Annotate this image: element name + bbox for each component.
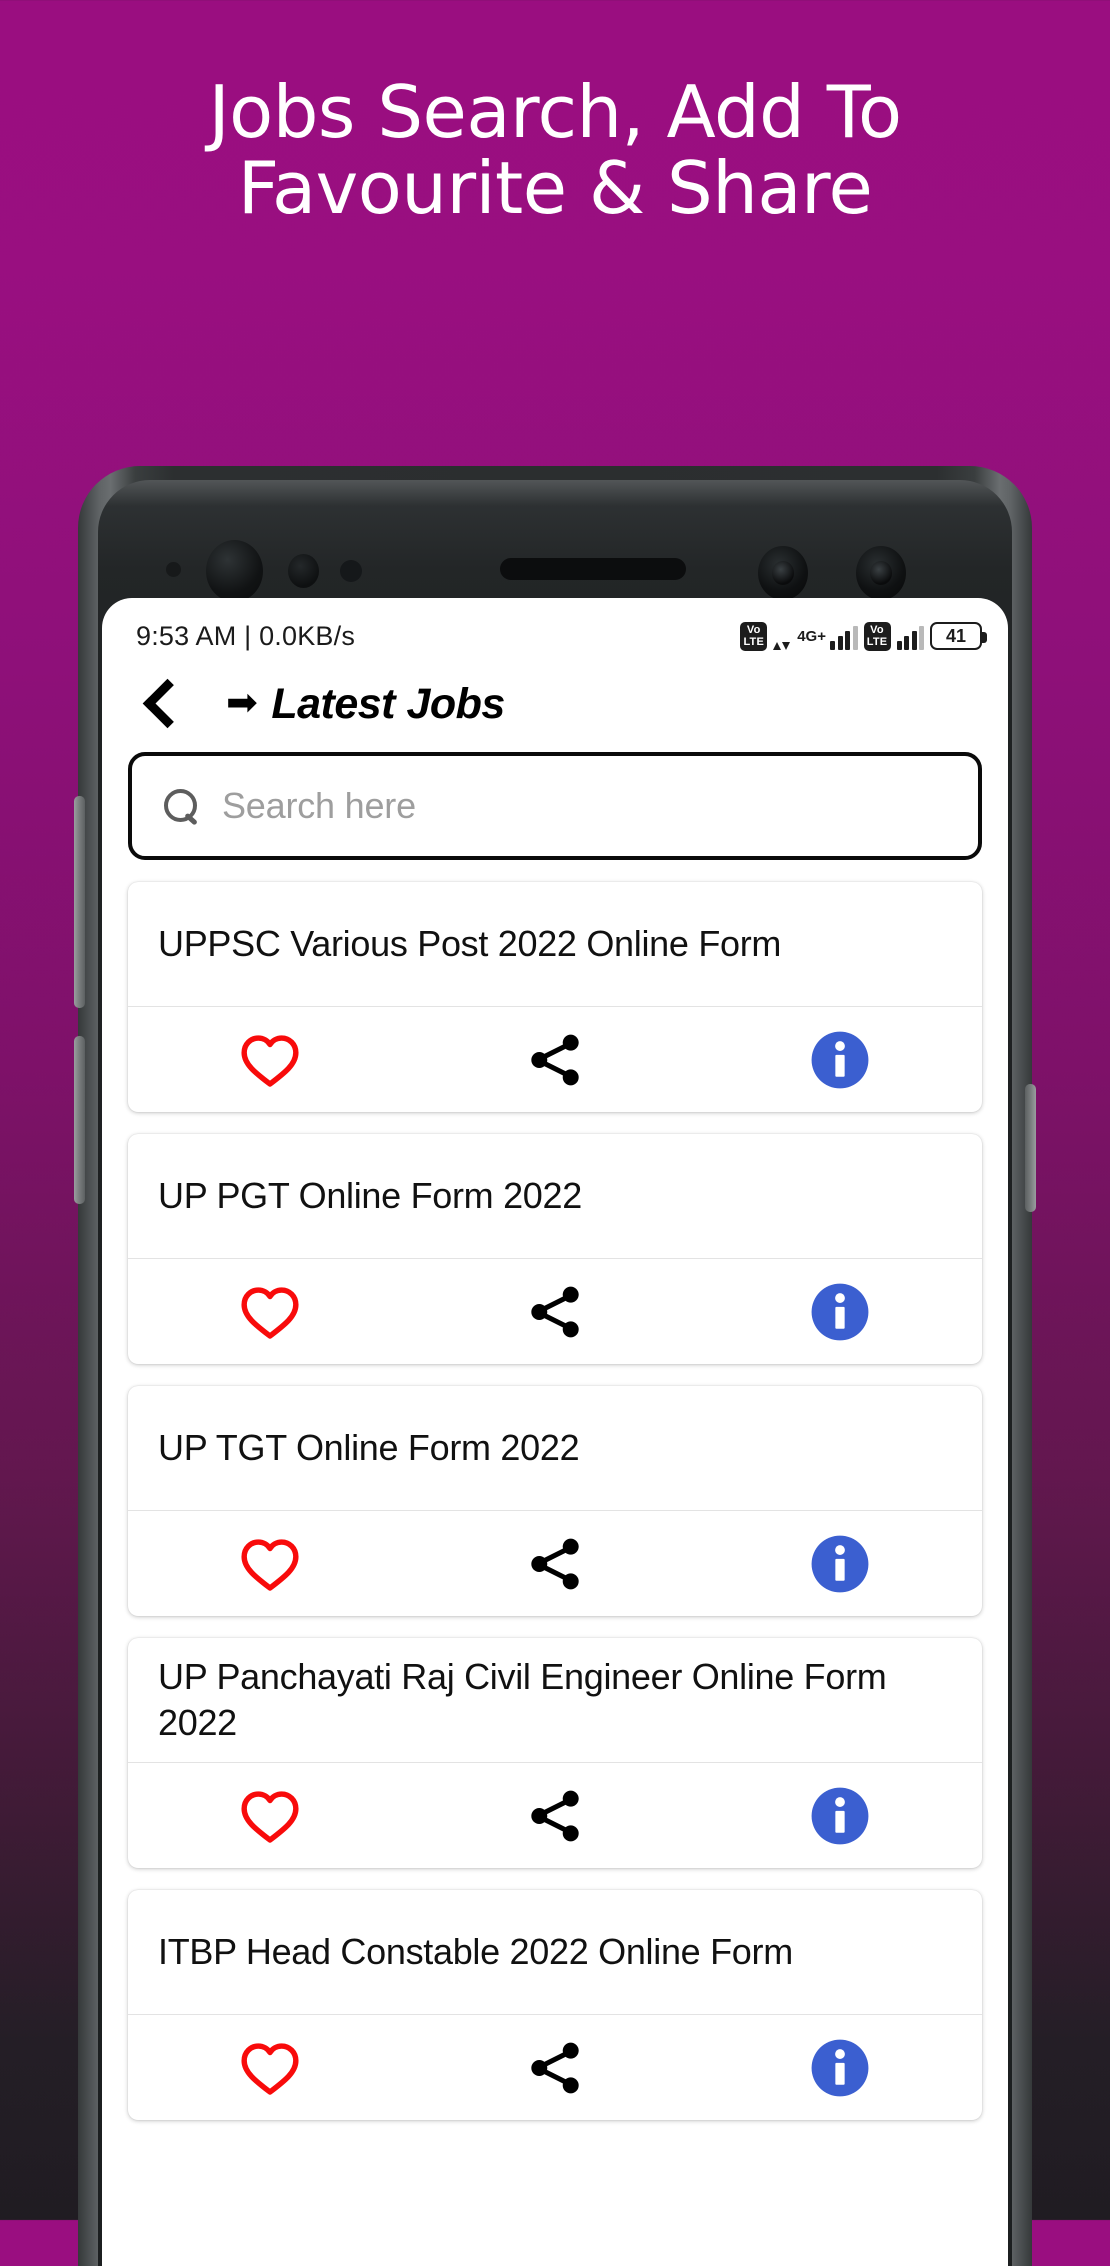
page-title-label: Latest Jobs: [271, 679, 505, 728]
info-circle-icon: [811, 1031, 869, 1088]
info-button[interactable]: [697, 1029, 982, 1091]
share-button[interactable]: [413, 1029, 698, 1091]
share-button[interactable]: [413, 2037, 698, 2099]
share-button[interactable]: [413, 1785, 698, 1847]
promo-headline-line2: Favourite & Share: [237, 146, 873, 231]
volte-icon-sim2: Vo LTE: [863, 621, 891, 651]
page-title: ➡ Latest Jobs: [226, 680, 505, 729]
app-bar: ➡ Latest Jobs: [102, 660, 1008, 746]
volte-top-text-2: Vo: [870, 623, 884, 636]
share-icon: [531, 1538, 579, 1589]
list-item[interactable]: UP TGT Online Form 2022: [128, 1386, 982, 1616]
camera-lens-icon: [758, 546, 808, 600]
info-circle-icon: [811, 1535, 869, 1592]
battery-icon: 41: [930, 622, 987, 650]
phone-mockup: 9:53 AM | 0.0KB/s Vo LTE 4G+ Vo LTE 41 ➡…: [74, 466, 1036, 2266]
volte-icon-sim1: Vo LTE: [740, 621, 768, 651]
favourite-button[interactable]: [128, 1535, 413, 1593]
status-indicators: Vo LTE 4G+ Vo LTE 41: [740, 621, 987, 651]
info-button[interactable]: [697, 1533, 982, 1595]
heart-outline-icon: [241, 1790, 299, 1843]
search-input[interactable]: Search here: [128, 752, 982, 860]
search-container: Search here: [102, 746, 1008, 860]
heart-outline-icon: [241, 1286, 299, 1339]
promo-headline: Jobs Search, Add To Favourite & Share: [0, 74, 1110, 227]
proximity-sensor-icon: [288, 554, 319, 588]
favourite-button[interactable]: [128, 1787, 413, 1845]
card-action-row: [128, 1258, 982, 1364]
info-circle-icon: [811, 1787, 869, 1844]
search-icon: [162, 788, 198, 824]
status-time-network: 9:53 AM | 0.0KB/s: [136, 620, 356, 651]
earpiece-speaker: [500, 558, 686, 580]
share-button[interactable]: [413, 1281, 698, 1343]
heart-outline-icon: [241, 1538, 299, 1591]
info-circle-icon: [811, 2039, 869, 2096]
bezel-highlight: [98, 480, 1012, 506]
favourite-button[interactable]: [128, 2039, 413, 2097]
card-action-row: [128, 1510, 982, 1616]
volume-down-button[interactable]: [74, 1036, 85, 1204]
sensor-icon: [166, 562, 181, 577]
job-title: UPPSC Various Post 2022 Online Form: [158, 922, 782, 964]
search-placeholder: Search here: [222, 785, 416, 826]
promo-headline-line1: Jobs Search, Add To: [208, 70, 902, 154]
favourite-button[interactable]: [128, 1031, 413, 1089]
info-button[interactable]: [697, 2037, 982, 2099]
share-icon: [531, 1286, 579, 1337]
volte-bottom-text-2: LTE: [866, 635, 888, 648]
light-sensor-icon: [340, 560, 362, 582]
info-button[interactable]: [697, 1281, 982, 1343]
job-list: UPPSC Various Post 2022 Online Form UP P…: [102, 860, 1008, 2182]
volte-top-text: Vo: [746, 623, 761, 636]
signal-strength-icon-sim1: [830, 622, 858, 650]
heart-outline-icon: [241, 1034, 299, 1087]
list-item[interactable]: UP PGT Online Form 2022: [128, 1134, 982, 1364]
job-title: UP TGT Online Form 2022: [158, 1426, 580, 1468]
status-bar: 9:53 AM | 0.0KB/s Vo LTE 4G+ Vo LTE 41: [102, 598, 1008, 660]
favourite-button[interactable]: [128, 1283, 413, 1341]
card-action-row: [128, 1762, 982, 1868]
phone-screen: 9:53 AM | 0.0KB/s Vo LTE 4G+ Vo LTE 41 ➡…: [102, 598, 1008, 2266]
list-item[interactable]: UPPSC Various Post 2022 Online Form: [128, 882, 982, 1112]
card-action-row: [128, 1006, 982, 1112]
info-circle-icon: [811, 1283, 869, 1340]
volte-bottom-text: LTE: [743, 635, 764, 648]
power-button[interactable]: [1025, 1084, 1036, 1212]
signal-strength-icon-sim2: [896, 622, 924, 650]
camera-lens-secondary-icon: [856, 546, 906, 600]
share-icon: [531, 1790, 579, 1841]
chevron-left-icon[interactable]: [136, 676, 180, 732]
job-title: UP PGT Online Form 2022: [158, 1174, 582, 1216]
job-title: UP Panchayati Raj Civil Engineer Online …: [158, 1655, 887, 1743]
card-action-row: [128, 2014, 982, 2120]
job-title: ITBP Head Constable 2022 Online Form: [158, 1930, 793, 1972]
share-button[interactable]: [413, 1533, 698, 1595]
share-icon: [531, 1034, 579, 1085]
volume-up-button[interactable]: [74, 796, 85, 1008]
data-transfer-icon: [773, 622, 791, 650]
info-button[interactable]: [697, 1785, 982, 1847]
right-arrow-icon: ➡: [226, 680, 258, 724]
list-bottom-spacer: [128, 2142, 982, 2182]
list-item[interactable]: ITBP Head Constable 2022 Online Form: [128, 1890, 982, 2120]
network-type-label: 4G+: [797, 628, 826, 645]
battery-level-label: 41: [945, 625, 967, 646]
share-icon: [531, 2042, 579, 2093]
list-item[interactable]: UP Panchayati Raj Civil Engineer Online …: [128, 1638, 982, 1868]
front-camera-icon: [206, 540, 263, 602]
heart-outline-icon: [241, 2042, 299, 2095]
